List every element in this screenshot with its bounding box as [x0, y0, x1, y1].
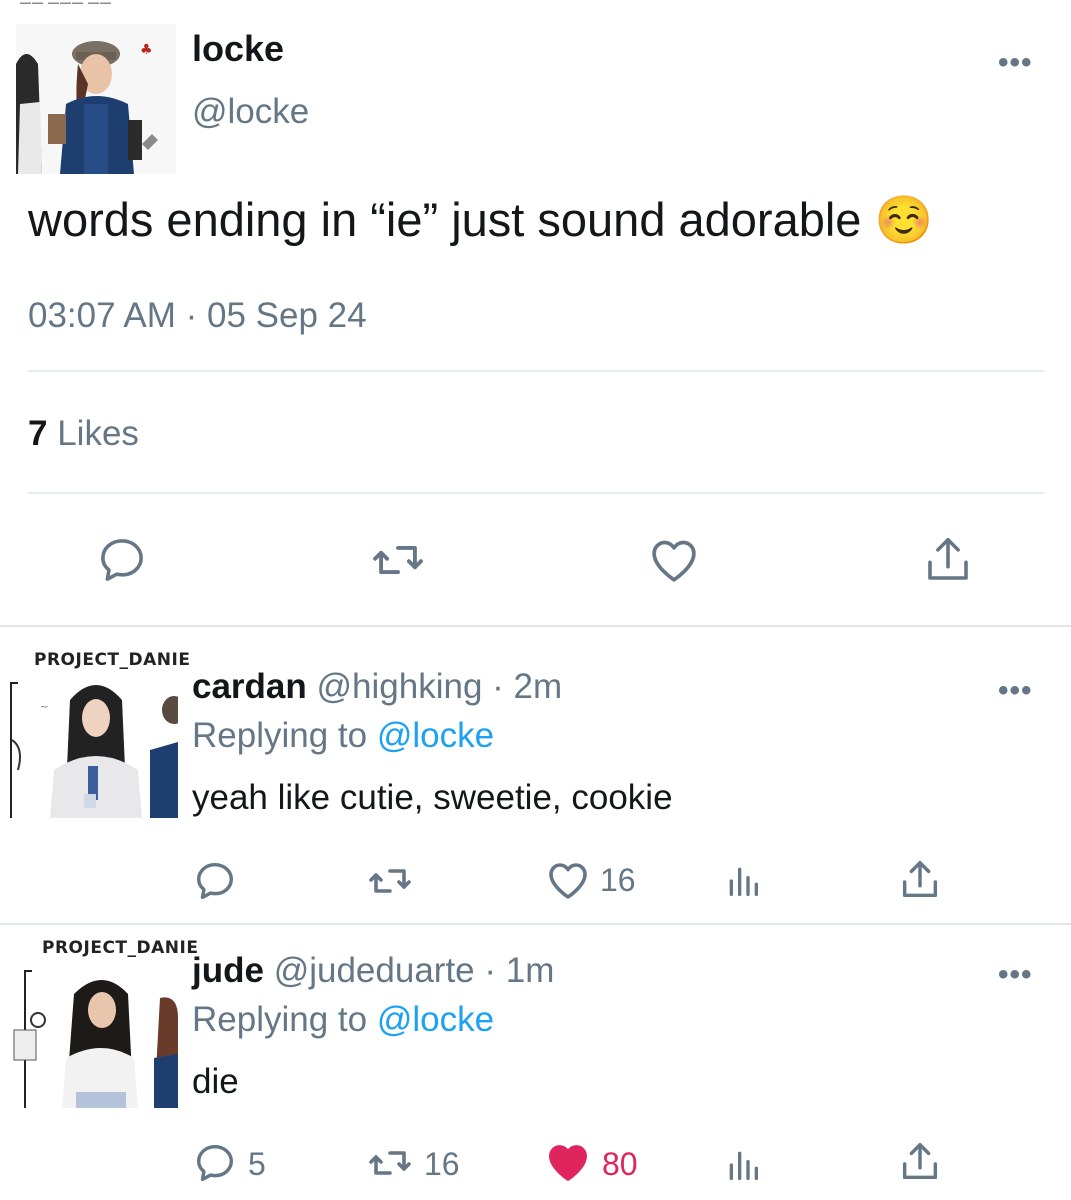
like-icon: [549, 863, 587, 899]
likes-stat[interactable]: 7 Likes: [28, 414, 139, 454]
likes-label: Likes: [57, 414, 139, 453]
reply-header: jude @judeduarte · 1m: [192, 951, 554, 991]
avatar-illustration: ♣: [16, 24, 176, 174]
reply-watermark: PROJECT_DANIE: [42, 938, 199, 958]
retweet-icon: [373, 545, 423, 575]
retweet-icon: [369, 1151, 411, 1175]
replying-handle-link[interactable]: @locke: [377, 716, 494, 755]
main-retweet-button[interactable]: [368, 530, 428, 590]
main-share-button[interactable]: [918, 530, 978, 590]
divider: [28, 370, 1045, 372]
main-tweet-text: words ending in “ie” just sound adorable…: [28, 193, 934, 246]
reply-like-button[interactable]: [542, 1136, 594, 1188]
svg-text:♣: ♣: [140, 42, 153, 58]
reply-like-button[interactable]: [542, 854, 594, 906]
divider: [0, 923, 1071, 925]
main-more-icon[interactable]: •••: [998, 46, 1033, 80]
main-avatar[interactable]: ♣: [16, 24, 176, 174]
reply-reply-button[interactable]: [190, 856, 240, 906]
reply-display-name[interactable]: jude: [192, 951, 264, 990]
reply-text: die: [192, 1062, 239, 1101]
divider: [28, 492, 1045, 494]
reply-handle-time[interactable]: @judeduarte · 1m: [274, 951, 555, 990]
retweet-icon: [369, 869, 411, 893]
replying-to: Replying to @locke: [192, 1000, 494, 1040]
reply-icon: [101, 539, 143, 581]
reply-watermark: PROJECT_DANIE: [34, 650, 191, 670]
reply-analytics-button[interactable]: [718, 1140, 768, 1190]
replying-to: Replying to @locke: [192, 716, 494, 756]
reply-analytics-button[interactable]: [718, 856, 768, 906]
avatar-illustration: [10, 958, 178, 1108]
main-handle[interactable]: @locke: [192, 92, 309, 132]
share-icon: [928, 537, 968, 580]
cropped-top-text: —— ——— ——: [20, 0, 113, 9]
avatar-illustration: ~: [10, 670, 178, 818]
like-count: 80: [602, 1146, 638, 1182]
svg-text:~: ~: [40, 702, 48, 713]
replying-handle-link[interactable]: @locke: [377, 1000, 494, 1039]
reply-retweet-button[interactable]: [364, 856, 416, 906]
reply-text: yeah like cutie, sweetie, cookie: [192, 778, 673, 817]
reply-reply-button[interactable]: [190, 1138, 240, 1188]
main-display-name[interactable]: locke: [192, 28, 284, 70]
like-count: 16: [600, 862, 636, 898]
reply-more-icon[interactable]: •••: [998, 958, 1033, 992]
main-reply-button[interactable]: [92, 530, 152, 590]
replying-prefix: Replying to: [192, 1000, 368, 1039]
replying-prefix: Replying to: [192, 716, 368, 755]
likes-count: 7: [28, 414, 48, 453]
analytics-icon: [729, 1151, 758, 1180]
reply-header: cardan @highking · 2m: [192, 667, 562, 707]
reply-share-button[interactable]: [894, 1136, 946, 1188]
main-like-button[interactable]: [644, 530, 704, 590]
reply-handle-time[interactable]: @highking · 2m: [317, 667, 563, 706]
retweet-count: 16: [424, 1146, 460, 1182]
reply-more-icon[interactable]: •••: [998, 674, 1033, 708]
analytics-icon: [729, 867, 758, 896]
like-icon: [652, 540, 696, 582]
reply-icon: [196, 862, 234, 900]
main-timestamp[interactable]: 03:07 AM · 05 Sep 24: [28, 296, 367, 336]
reply-count: 5: [248, 1146, 266, 1182]
share-icon: [902, 1143, 938, 1180]
like-icon: [549, 1145, 587, 1181]
divider: [0, 625, 1071, 627]
reply-avatar[interactable]: ~: [10, 670, 178, 818]
reply-icon: [196, 1144, 234, 1182]
reply-avatar[interactable]: [10, 958, 178, 1108]
share-icon: [902, 861, 938, 898]
reply-retweet-button[interactable]: [364, 1138, 416, 1188]
reply-share-button[interactable]: [894, 854, 946, 906]
reply-display-name[interactable]: cardan: [192, 667, 307, 706]
